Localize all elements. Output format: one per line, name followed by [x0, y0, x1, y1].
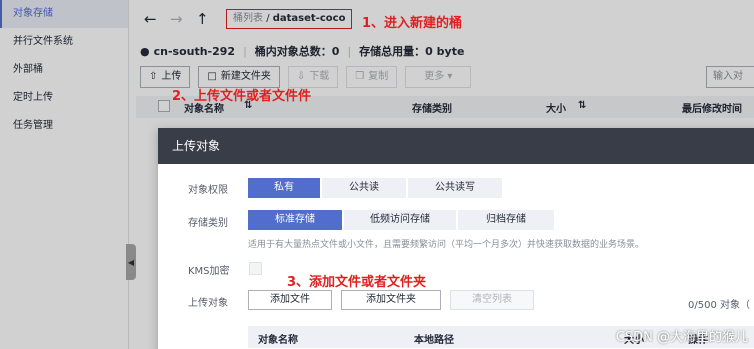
- annotation-step1: 1、进入新建的桶: [362, 16, 463, 31]
- col-object-name: 对象名称: [258, 335, 298, 346]
- acl-segmented: 私有 公共读 公共读写: [248, 178, 504, 198]
- acl-option-public-read-write[interactable]: 公共读写: [408, 178, 502, 198]
- storage-option-standard[interactable]: 标准存储: [248, 210, 342, 230]
- acl-option-public-read[interactable]: 公共读: [322, 178, 406, 198]
- kms-label: KMS加密: [188, 266, 230, 277]
- acl-label: 对象权限: [188, 185, 228, 196]
- storage-class-label: 存储类别: [188, 218, 228, 229]
- annotation-step3: 3、添加文件或者文件夹: [287, 275, 427, 290]
- watermark: CSDN @大海里的猴儿: [615, 330, 748, 345]
- clear-list-button[interactable]: 清空列表: [450, 290, 534, 310]
- dialog-title: 上传对象: [158, 128, 754, 164]
- annotation-step2: 2、上传文件或者文件件: [172, 89, 312, 104]
- storage-class-hint: 适用于有大量热点文件或小文件，且需要频繁访问（平均一个月多次）并快速获取数据的业…: [248, 240, 645, 250]
- object-count-limit: 0/500 对象（: [688, 300, 750, 311]
- add-folder-button[interactable]: 添加文件夹: [341, 290, 441, 310]
- col-local-path: 本地路径: [414, 335, 454, 346]
- upload-objects-label: 上传对象: [188, 298, 228, 309]
- acl-option-private[interactable]: 私有: [248, 178, 320, 198]
- storage-option-infrequent[interactable]: 低频访问存储: [344, 210, 456, 230]
- kms-checkbox[interactable]: [249, 262, 262, 275]
- storage-option-archive[interactable]: 归档存储: [458, 210, 554, 230]
- upload-dialog: 上传对象 对象权限 私有 公共读 公共读写 存储类别 标准存储 低频访问存储 归…: [158, 128, 754, 349]
- storage-class-segmented: 标准存储 低频访问存储 归档存储: [248, 210, 556, 230]
- add-file-button[interactable]: 添加文件: [248, 290, 332, 310]
